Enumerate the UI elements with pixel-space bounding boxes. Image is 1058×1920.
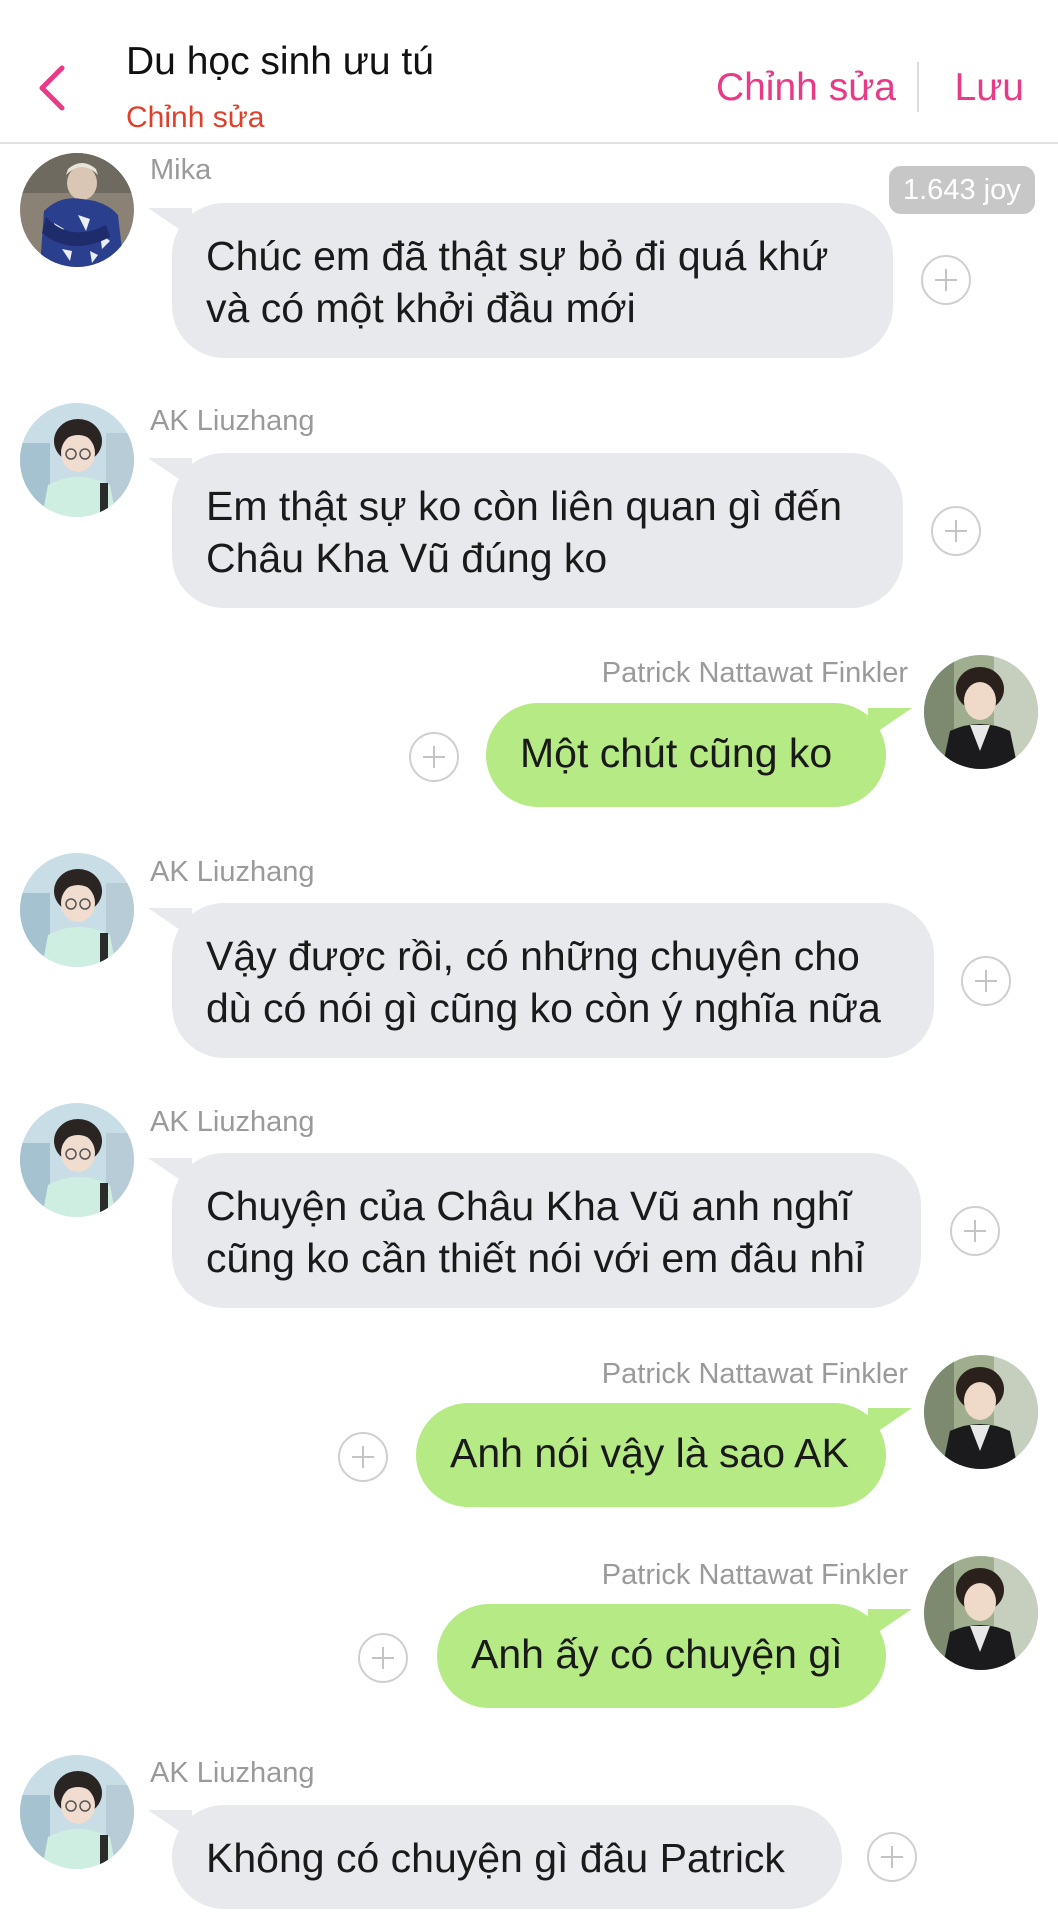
sender-name: Patrick Nattawat Finkler bbox=[601, 1358, 908, 1390]
message-text-line: Chúc em đã thật sự bỏ đi quá khứ bbox=[206, 233, 829, 279]
sender-name: AK Liuzhang bbox=[150, 1106, 315, 1138]
avatar-ak-liuzhang[interactable] bbox=[20, 1103, 134, 1217]
add-reaction-button[interactable] bbox=[409, 732, 459, 782]
avatar-patrick[interactable] bbox=[924, 1355, 1038, 1469]
message-text-line: Chuyện của Châu Kha Vũ anh nghĩ bbox=[206, 1183, 852, 1229]
sender-name: AK Liuzhang bbox=[150, 1757, 315, 1789]
message-bubble[interactable]: Chúc em đã thật sự bỏ đi quá khứ và có m… bbox=[172, 203, 893, 358]
message-text-line: và có một khởi đầu mới bbox=[206, 285, 636, 331]
message-bubble[interactable]: Em thật sự ko còn liên quan gì đến Châu … bbox=[172, 453, 903, 608]
sender-name: Patrick Nattawat Finkler bbox=[601, 1559, 908, 1591]
avatar-patrick[interactable] bbox=[924, 655, 1038, 769]
chat-title: Du học sinh ưu tú bbox=[126, 40, 434, 83]
avatar-ak-liuzhang[interactable] bbox=[20, 853, 134, 967]
edit-button[interactable]: Chỉnh sửa bbox=[716, 66, 896, 110]
message-bubble[interactable]: Anh ấy có chuyện gì bbox=[437, 1604, 886, 1708]
joy-badge: 1.643 joy bbox=[889, 166, 1035, 214]
save-button[interactable]: Lưu bbox=[955, 66, 1025, 110]
add-reaction-button[interactable] bbox=[358, 1633, 408, 1683]
add-reaction-button[interactable] bbox=[961, 956, 1011, 1006]
header-divider bbox=[917, 62, 919, 112]
add-reaction-button[interactable] bbox=[338, 1432, 388, 1482]
message-text-line: Anh ấy có chuyện gì bbox=[471, 1631, 843, 1677]
chat-header: Du học sinh ưu tú Chỉnh sửa Chỉnh sửa Lư… bbox=[0, 0, 1058, 144]
message-text-line: Một chút cũng ko bbox=[520, 730, 833, 776]
back-icon[interactable] bbox=[30, 60, 80, 116]
message-text-line: Châu Kha Vũ đúng ko bbox=[206, 535, 608, 581]
message-bubble[interactable]: Chuyện của Châu Kha Vũ anh nghĩ cũng ko … bbox=[172, 1153, 921, 1308]
avatar-mika[interactable] bbox=[20, 153, 134, 267]
avatar-patrick[interactable] bbox=[924, 1556, 1038, 1670]
message-bubble[interactable]: Không có chuyện gì đâu Patrick bbox=[172, 1805, 842, 1909]
sender-name: Patrick Nattawat Finkler bbox=[601, 657, 908, 689]
sender-name: AK Liuzhang bbox=[150, 405, 315, 437]
add-reaction-button[interactable] bbox=[931, 506, 981, 556]
chat-subtitle: Chỉnh sửa bbox=[126, 101, 265, 134]
message-text-line: cũng ko cần thiết nói với em đâu nhỉ bbox=[206, 1235, 865, 1281]
sender-name: AK Liuzhang bbox=[150, 856, 315, 888]
message-text-line: Vậy được rồi, có những chuyện cho bbox=[206, 933, 860, 979]
avatar-ak-liuzhang[interactable] bbox=[20, 403, 134, 517]
message-text-line: Không có chuyện gì đâu Patrick bbox=[206, 1835, 785, 1881]
message-bubble[interactable]: Anh nói vậy là sao AK bbox=[416, 1403, 886, 1507]
message-bubble[interactable]: Một chút cũng ko bbox=[486, 703, 886, 807]
sender-name: Mika bbox=[150, 154, 212, 186]
message-text-line: dù có nói gì cũng ko còn ý nghĩa nữa bbox=[206, 985, 881, 1031]
add-reaction-button[interactable] bbox=[921, 255, 971, 305]
avatar-ak-liuzhang[interactable] bbox=[20, 1755, 134, 1869]
message-bubble[interactable]: Vậy được rồi, có những chuyện cho dù có … bbox=[172, 903, 934, 1058]
add-reaction-button[interactable] bbox=[950, 1206, 1000, 1256]
message-text-line: Anh nói vậy là sao AK bbox=[450, 1430, 849, 1476]
message-text-line: Em thật sự ko còn liên quan gì đến bbox=[206, 483, 843, 529]
add-reaction-button[interactable] bbox=[867, 1832, 917, 1882]
